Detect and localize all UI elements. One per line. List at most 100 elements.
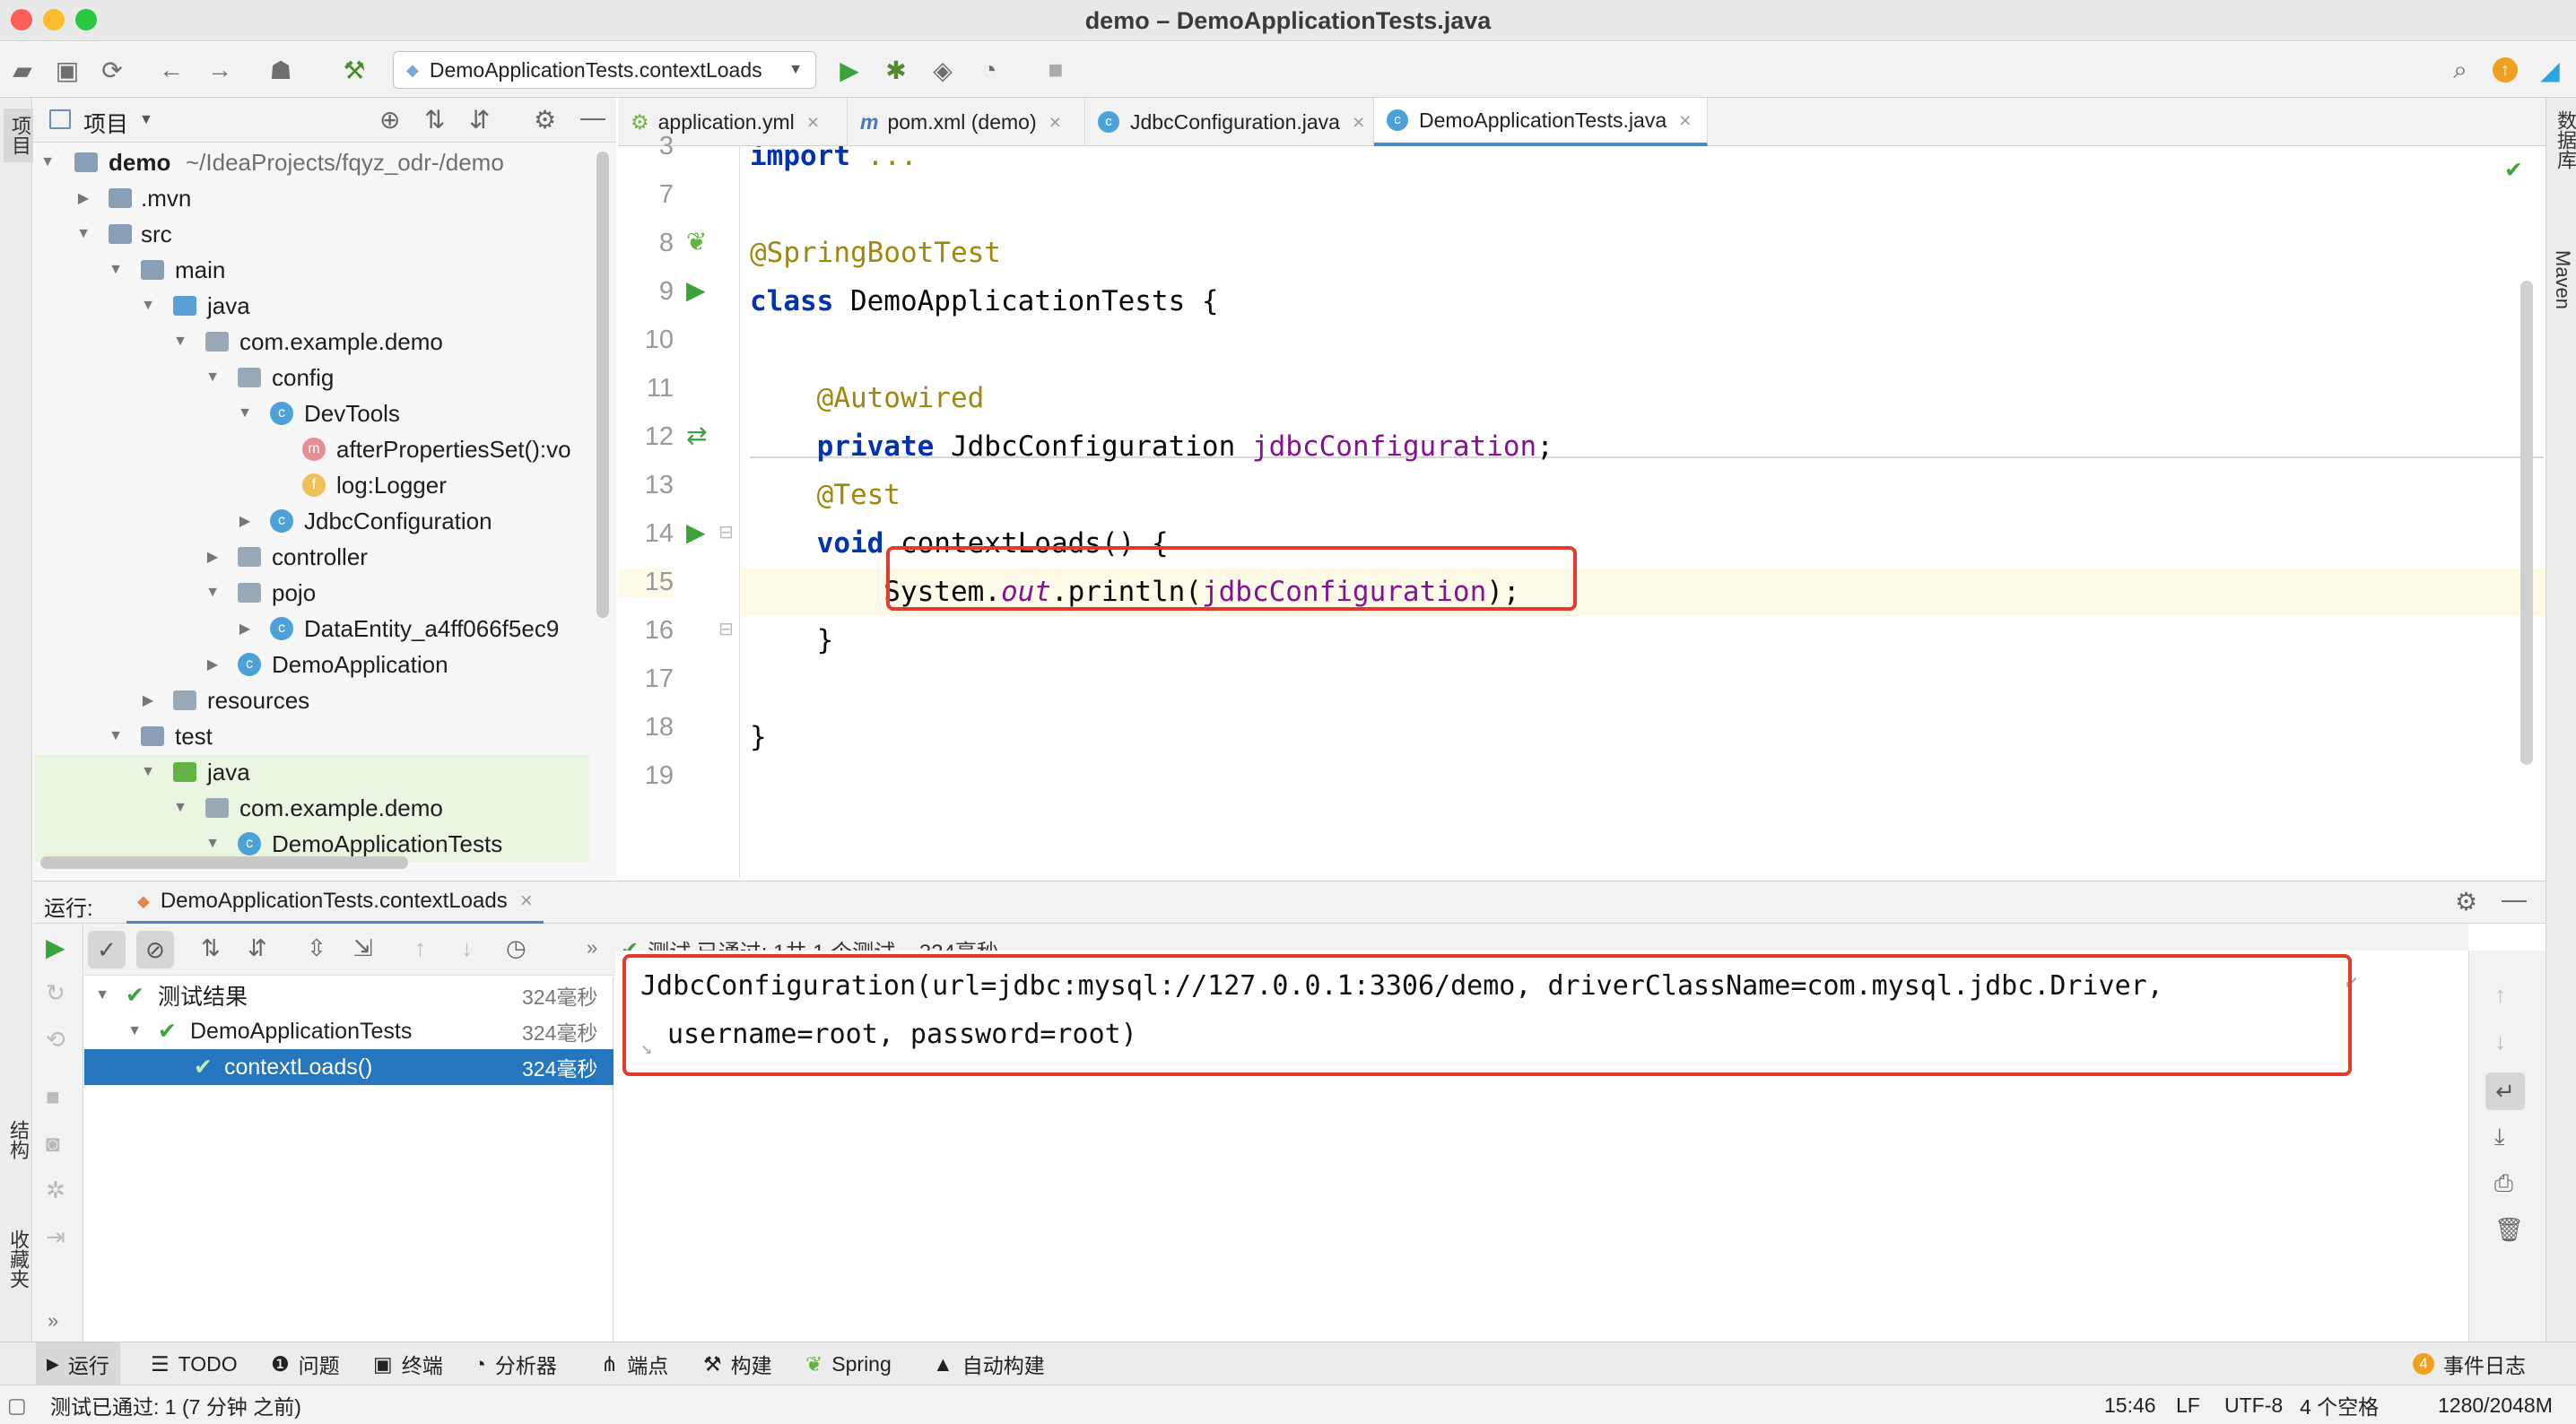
tree-item[interactable]: ▶ controller — [33, 539, 589, 575]
expand-all-icon[interactable]: ⇳ — [307, 934, 326, 962]
forward-icon[interactable]: → — [205, 55, 235, 85]
tree-item[interactable]: ▶ .mvn — [33, 180, 589, 216]
tree-item[interactable]: ▼ java — [33, 288, 589, 324]
run-config-select[interactable]: ◆ DemoApplicationTests.contextLoads ▼ — [393, 51, 816, 89]
tree-item[interactable]: ▼ com.example.demo — [33, 790, 589, 826]
save-icon[interactable]: ▣ — [52, 55, 83, 85]
tree-item[interactable]: m afterPropertiesSet():vo — [33, 431, 589, 467]
close-icon[interactable]: × — [520, 889, 533, 914]
settings-icon[interactable]: ✲ — [46, 1177, 65, 1204]
show-passed-icon[interactable]: ✓ — [88, 931, 126, 968]
toggle-auto-test-icon[interactable]: ⟲ — [46, 1026, 65, 1054]
horizontal-scrollbar[interactable] — [40, 856, 408, 869]
maven-tool-tab[interactable]: Maven — [2551, 250, 2574, 309]
show-ignored-icon[interactable]: ⊘ — [136, 931, 174, 968]
project-tool-tab[interactable]: 项目 — [4, 109, 36, 162]
tree-item[interactable]: ▼ com.example.demo — [33, 324, 589, 360]
tool-profiler[interactable]: ◔ 分析器 — [474, 1342, 557, 1385]
tree-item[interactable]: ▼ config — [33, 360, 589, 395]
print-icon[interactable]: ⎙ — [2494, 1169, 2513, 1198]
project-panel-title[interactable]: 项目 — [83, 107, 128, 139]
debug-icon[interactable]: ✱ — [881, 55, 911, 85]
user-icon[interactable]: ☗ — [265, 55, 296, 85]
close-icon[interactable]: × — [1679, 109, 1691, 133]
scroll-up-icon[interactable]: ↑ — [2494, 981, 2506, 1009]
tree-item[interactable]: ▼ test — [33, 718, 589, 754]
run-test-gutter-icon[interactable]: ▶ — [686, 517, 706, 547]
previous-icon[interactable]: ↑ — [414, 934, 426, 962]
autowired-gutter-icon[interactable]: ⇄ — [686, 421, 707, 450]
tree-item[interactable]: ▶ c DemoApplication — [33, 647, 589, 682]
close-icon[interactable]: × — [1049, 110, 1061, 135]
tree-item[interactable]: ▼ java — [33, 754, 589, 790]
collapse-all-icon[interactable]: ⇲ — [353, 934, 373, 962]
tree-item[interactable]: ▼ src — [33, 216, 589, 252]
line-separator[interactable]: LF — [2176, 1385, 2200, 1424]
run-icon[interactable]: ▶ — [834, 55, 865, 85]
collapse-all-icon[interactable]: ⇵ — [469, 105, 490, 135]
open-folder-icon[interactable]: ▰ — [7, 55, 38, 85]
history-icon[interactable]: ◷ — [506, 934, 527, 962]
hide-panel-icon[interactable]: — — [580, 103, 605, 132]
tree-item[interactable]: ▶ resources — [33, 682, 589, 718]
build-hammer-icon[interactable]: ⚒ — [339, 55, 370, 85]
tab-jdbcconfiguration-java[interactable]: c JdbcConfiguration.java × — [1085, 98, 1374, 146]
plugin-icon[interactable]: ◢ — [2535, 55, 2565, 85]
indent-setting[interactable]: 4 个空格 — [2300, 1385, 2379, 1424]
tree-item-root[interactable]: ▼ demo ~/IdeaProjects/fqyz_odr-/demo — [33, 144, 589, 180]
update-icon[interactable]: ↑ — [2490, 55, 2520, 85]
code-editor[interactable]: import ... @SpringBootTest class DemoAppli… — [741, 146, 2546, 877]
locate-icon[interactable]: ⊕ — [379, 105, 400, 135]
fold-icon[interactable]: ⊟ — [718, 521, 734, 543]
memory-indicator[interactable]: 1280/2048M — [2438, 1385, 2553, 1424]
soft-wrap-icon[interactable]: ↵ — [2485, 1072, 2525, 1110]
console-output[interactable]: JdbcConfiguration(url=jdbc:mysql://127.0… — [615, 951, 2468, 1342]
tree-item[interactable]: ▼ main — [33, 252, 589, 288]
database-tool-tab[interactable]: 数据库 — [2551, 110, 2576, 169]
sort-alpha-icon[interactable]: ⇅ — [201, 934, 221, 962]
profile-icon[interactable]: ◔ — [974, 55, 1005, 85]
expand-all-icon[interactable]: ⇅ — [424, 105, 445, 135]
trash-icon[interactable]: 🗑 — [2494, 1216, 2524, 1244]
favorites-tool-tab[interactable]: 收藏夹 — [4, 1229, 32, 1289]
scroll-to-end-icon[interactable]: ⤓ — [2494, 1123, 2505, 1151]
vertical-scrollbar[interactable] — [596, 152, 609, 618]
tool-terminal[interactable]: ▣ 终端 — [373, 1342, 443, 1385]
exit-icon[interactable]: ⇥ — [46, 1223, 65, 1251]
camera-icon[interactable]: ◙ — [46, 1130, 60, 1158]
tool-run[interactable]: ▶ 运行 — [36, 1342, 120, 1385]
tool-spring[interactable]: ❦ Spring — [805, 1342, 892, 1385]
test-row-method-selected[interactable]: ✔ contextLoads() 324毫秒 — [84, 1049, 614, 1085]
tab-pom-xml[interactable]: m pom.xml (demo) × — [848, 98, 1085, 146]
tool-auto-build[interactable]: ▲ 自动构建 — [933, 1342, 1045, 1385]
cursor-position[interactable]: 15:46 — [2104, 1385, 2156, 1424]
tree-item[interactable]: ▶ c JdbcConfiguration — [33, 503, 589, 539]
close-icon[interactable]: × — [807, 110, 819, 135]
fold-icon[interactable]: ⊟ — [718, 618, 734, 640]
gear-icon[interactable]: ⚙ — [534, 105, 556, 135]
tab-demoapplicationtests-java[interactable]: c DemoApplicationTests.java × — [1374, 98, 1708, 146]
tool-event-log[interactable]: 4 事件日志 — [2413, 1342, 2526, 1385]
run-tab[interactable]: ◆ DemoApplicationTests.contextLoads × — [126, 881, 544, 925]
status-message[interactable]: 测试已通过: 1 (7 分钟 之前) — [50, 1385, 301, 1424]
coverage-icon[interactable]: ◈ — [927, 55, 958, 85]
sync-icon[interactable]: ⟳ — [97, 55, 127, 85]
structure-tool-tab[interactable]: 结构 — [4, 1120, 32, 1159]
tree-item[interactable]: f log:Logger — [33, 467, 589, 503]
chevron-down-icon[interactable]: ▼ — [126, 1023, 144, 1039]
spring-bean-icon[interactable]: ❦ — [686, 227, 707, 256]
tree-item[interactable]: ▼ pojo — [33, 575, 589, 611]
chevron-down-icon[interactable]: ▼ — [39, 154, 57, 170]
scroll-down-icon[interactable]: ↓ — [2494, 1028, 2506, 1055]
tree-item[interactable]: ▼ c DevTools — [33, 395, 589, 431]
gear-icon[interactable]: ⚙ — [2455, 887, 2477, 916]
tool-build[interactable]: ⚒ 构建 — [703, 1342, 772, 1385]
back-icon[interactable]: ← — [156, 55, 187, 85]
search-icon[interactable]: ⌕ — [2445, 55, 2476, 85]
test-row-class[interactable]: ▼ ✔ DemoApplicationTests 324毫秒 — [84, 1013, 614, 1049]
run-test-gutter-icon[interactable]: ▶ — [686, 275, 706, 305]
tool-problems[interactable]: ❶ 问题 — [271, 1342, 340, 1385]
editor-scrollbar[interactable] — [2520, 281, 2533, 765]
more-icon[interactable]: » — [48, 1309, 58, 1333]
next-icon[interactable]: ↓ — [461, 934, 473, 962]
